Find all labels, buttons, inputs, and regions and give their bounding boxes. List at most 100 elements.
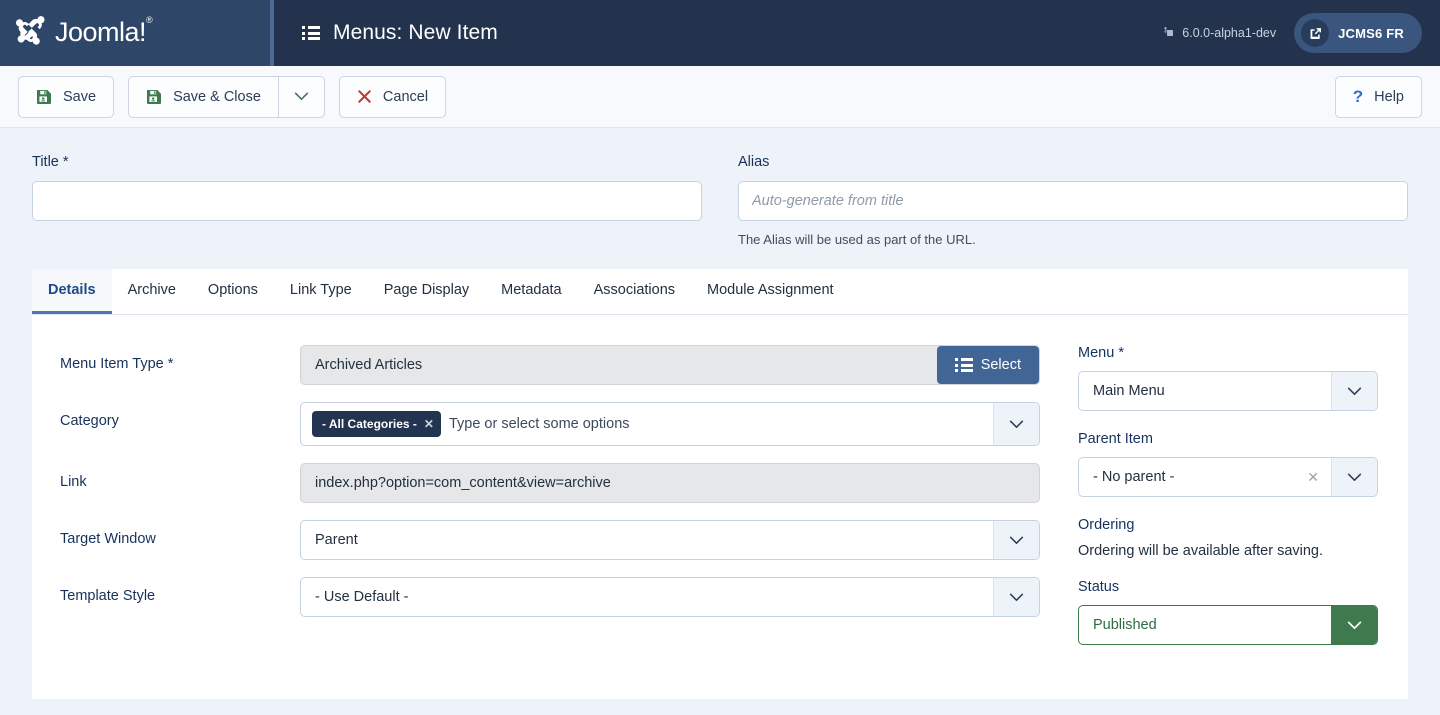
parent-item-label: Parent Item [1078, 431, 1153, 447]
save-label: Save [63, 88, 97, 105]
alias-input[interactable] [738, 181, 1408, 221]
tab-link-type[interactable]: Link Type [274, 269, 368, 314]
menu-select[interactable]: Main Menu [1078, 371, 1378, 411]
external-link-icon [1301, 19, 1330, 47]
cancel-label: Cancel [382, 88, 429, 105]
link-row: Link index.php?option=com_content&view=a… [60, 463, 1048, 503]
joomla-mini-icon [1164, 27, 1174, 36]
template-style-label: Template Style [60, 588, 156, 604]
menu-item-type-label: Menu Item Type * [60, 356, 174, 372]
template-style-value: - Use Default - [315, 589, 409, 605]
joomla-logo[interactable]: Joomla!® [14, 15, 153, 50]
cancel-button[interactable]: Cancel [338, 75, 447, 118]
target-window-select[interactable]: Parent [300, 520, 1040, 560]
status-select[interactable]: Published [1078, 605, 1378, 645]
tab-bar: Details Archive Options Link Type Page D… [32, 269, 1408, 315]
x-icon[interactable]: ✕ [1307, 470, 1331, 484]
toolbar: Save Save & Close Cancel ? Help [0, 66, 1440, 128]
status-value: Published [1093, 617, 1157, 633]
tab-details[interactable]: Details [32, 269, 112, 314]
floppy-disk-icon [147, 89, 162, 104]
template-style-select[interactable]: - Use Default - [300, 577, 1040, 617]
category-chip: - All Categories - ✕ [312, 411, 441, 437]
title-label: Title * [32, 154, 69, 170]
menu-dropdown-toggle[interactable] [1331, 372, 1377, 410]
parent-item-field-group: Parent Item - No parent - ✕ [1078, 431, 1378, 497]
title-alias-row: Title * Alias The Alias will be used as … [0, 128, 1440, 247]
alias-help-text: The Alias will be used as part of the UR… [738, 232, 976, 247]
chevron-down-icon [1009, 536, 1024, 544]
chevron-down-icon [294, 92, 309, 101]
title-field-group: Title * [32, 154, 702, 247]
tab-associations[interactable]: Associations [578, 269, 691, 314]
required-marker: * [167, 356, 174, 372]
tab-archive[interactable]: Archive [112, 269, 192, 314]
chevron-down-icon [1009, 420, 1024, 428]
tab-metadata[interactable]: Metadata [485, 269, 577, 314]
save-button[interactable]: Save [18, 75, 115, 118]
tab-page-display[interactable]: Page Display [368, 269, 485, 314]
status-label: Status [1078, 579, 1120, 595]
target-window-dropdown-toggle[interactable] [993, 521, 1039, 559]
save-dropdown-toggle[interactable] [277, 75, 325, 118]
x-icon[interactable]: ✕ [424, 418, 434, 430]
status-dropdown-toggle[interactable] [1331, 606, 1377, 644]
list-icon [302, 26, 320, 40]
menu-label: Menu * [1078, 345, 1124, 361]
ordering-field-group: Ordering Ordering will be available afte… [1078, 517, 1378, 559]
required-marker: * [1118, 345, 1124, 361]
app-header: Joomla!® Menus: New Item 6.0.0-alpha1-de… [0, 0, 1440, 66]
editor-panel: Details Archive Options Link Type Page D… [32, 269, 1408, 699]
category-multiselect[interactable]: - All Categories - ✕ Type or select some… [300, 402, 1040, 446]
link-label: Link [60, 474, 87, 490]
target-window-value: Parent [315, 532, 358, 548]
title-input[interactable] [32, 181, 702, 221]
tab-module-assignment[interactable]: Module Assignment [691, 269, 850, 314]
page-title-pane: Menus: New Item [270, 0, 1164, 66]
template-style-row: Template Style - Use Default - [60, 577, 1048, 617]
link-value: index.php?option=com_content&view=archiv… [315, 475, 611, 491]
brand-pane[interactable]: Joomla!® [0, 0, 270, 66]
header-right-group: 6.0.0-alpha1-dev JCMS6 FR [1164, 0, 1440, 66]
target-window-label: Target Window [60, 531, 156, 547]
parent-item-select[interactable]: - No parent - ✕ [1078, 457, 1378, 497]
required-marker: * [62, 154, 69, 170]
target-window-row: Target Window Parent [60, 520, 1048, 560]
alias-label: Alias [738, 154, 770, 170]
category-row: Category - All Categories - ✕ Type or se… [60, 402, 1048, 446]
details-tab-panel: Menu Item Type * Archived Articles Selec… [32, 315, 1408, 665]
visit-site-button[interactable]: JCMS6 FR [1294, 13, 1422, 53]
menu-item-type-control: Archived Articles Select [300, 345, 1040, 385]
ordering-label: Ordering [1078, 517, 1135, 533]
link-field: index.php?option=com_content&view=archiv… [300, 463, 1040, 503]
details-main-column: Menu Item Type * Archived Articles Selec… [32, 345, 1070, 665]
link-control: index.php?option=com_content&view=archiv… [300, 463, 1040, 503]
save-and-close-button[interactable]: Save & Close [128, 75, 279, 118]
parent-item-value: - No parent - [1093, 469, 1175, 485]
category-chip-label: - All Categories - [322, 417, 417, 431]
category-label: Category [60, 413, 119, 429]
menu-item-type-value: Archived Articles [315, 357, 423, 373]
help-button[interactable]: ? Help [1334, 75, 1422, 118]
target-window-field: Parent [300, 520, 1040, 560]
tab-options[interactable]: Options [192, 269, 274, 314]
save-close-button-group: Save & Close [128, 75, 325, 118]
chevron-down-icon [1347, 473, 1362, 481]
select-button-label: Select [980, 357, 1021, 373]
template-style-field: - Use Default - [300, 577, 1040, 617]
status-field-group: Status Published [1078, 579, 1378, 645]
question-mark-icon: ? [1352, 87, 1364, 106]
alias-field-group: Alias The Alias will be used as part of … [738, 154, 1408, 247]
version-info: 6.0.0-alpha1-dev [1164, 26, 1276, 40]
template-style-dropdown-toggle[interactable] [993, 578, 1039, 616]
menu-value: Main Menu [1093, 383, 1165, 399]
select-menu-item-type-button[interactable]: Select [936, 346, 1039, 384]
parent-item-dropdown-toggle[interactable] [1331, 458, 1377, 496]
menu-item-type-field: Archived Articles Select [300, 345, 1040, 385]
ordering-note: Ordering will be available after saving. [1078, 543, 1324, 559]
list-icon [954, 358, 973, 372]
menu-field-group: Menu * Main Menu [1078, 345, 1378, 411]
category-placeholder[interactable]: Type or select some options [441, 416, 993, 432]
chevron-down-icon [1347, 387, 1362, 395]
category-dropdown-toggle[interactable] [993, 403, 1039, 445]
